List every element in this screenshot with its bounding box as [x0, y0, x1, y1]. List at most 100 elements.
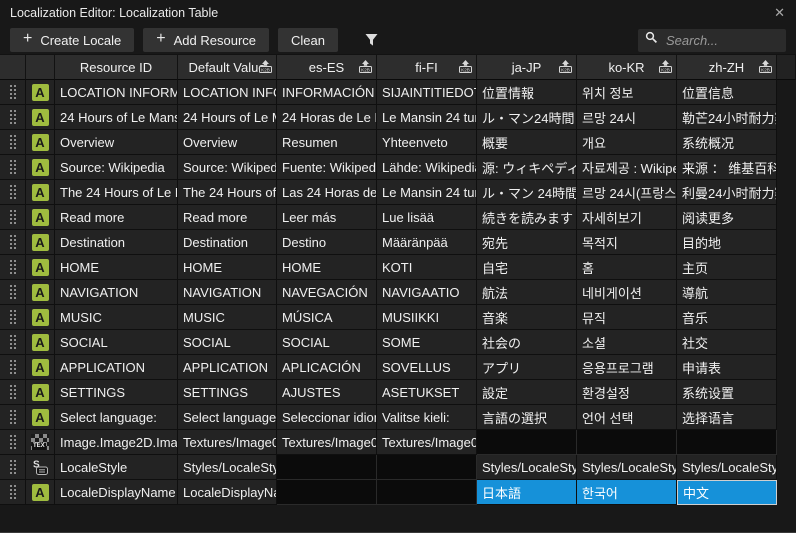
- cell-default_value[interactable]: Overview: [178, 130, 277, 155]
- cell-fi_FI[interactable]: Le Mansin 24 tunn: [377, 105, 477, 130]
- column-header-resource_id[interactable]: Resource ID: [55, 54, 178, 80]
- cell-es_ES[interactable]: Seleccionar idiom: [277, 405, 377, 430]
- cell-ja_JP[interactable]: 源: ウィキペディア: [477, 155, 577, 180]
- column-header-ja_JP[interactable]: ja-JP K2B: [477, 54, 577, 80]
- cell-zh_ZH[interactable]: 系统概况: [677, 130, 777, 155]
- cell-fi_FI[interactable]: ASETUKSET: [377, 380, 477, 405]
- cell-default_value[interactable]: APPLICATION: [178, 355, 277, 380]
- cell-default_value[interactable]: Select language:: [178, 405, 277, 430]
- cell-default_value[interactable]: SETTINGS: [178, 380, 277, 405]
- cell-ja_JP[interactable]: 続きを読みます: [477, 205, 577, 230]
- cell-zh_ZH[interactable]: 導航: [677, 280, 777, 305]
- cell-zh_ZH[interactable]: 主页: [677, 255, 777, 280]
- cell-resource_id[interactable]: LocaleDisplayName: [55, 480, 178, 505]
- cell-zh_ZH[interactable]: 位置信息: [677, 80, 777, 105]
- cell-fi_FI[interactable]: SIJAINTITIEDOT: [377, 80, 477, 105]
- cell-ko_KR[interactable]: 소셜: [577, 330, 677, 355]
- cell-default_value[interactable]: NAVIGATION: [178, 280, 277, 305]
- cell-es_ES[interactable]: AJUSTES: [277, 380, 377, 405]
- cell-resource_id[interactable]: Read more: [55, 205, 178, 230]
- cell-default_value[interactable]: SOCIAL: [178, 330, 277, 355]
- cell-ko_KR[interactable]: 언어 선택: [577, 405, 677, 430]
- cell-zh_ZH[interactable]: 勒芒24小时耐力赛: [677, 105, 777, 130]
- cell-ja_JP[interactable]: 言語の選択: [477, 405, 577, 430]
- cell-fi_FI[interactable]: NAVIGAATIO: [377, 280, 477, 305]
- cell-fi_FI[interactable]: Valitse kieli:: [377, 405, 477, 430]
- cell-ko_KR[interactable]: 한국어: [577, 480, 677, 505]
- cell-resource_id[interactable]: Destination: [55, 230, 178, 255]
- cell-ja_JP[interactable]: 音楽: [477, 305, 577, 330]
- cell-ko_KR[interactable]: 개요: [577, 130, 677, 155]
- cell-ko_KR[interactable]: 르망 24시: [577, 105, 677, 130]
- export-translations-icon[interactable]: K2B: [558, 60, 573, 76]
- column-header-zh_ZH[interactable]: zh-ZH K2B: [677, 54, 777, 80]
- cell-resource_id[interactable]: Source: Wikipedia: [55, 155, 178, 180]
- cell-ko_KR[interactable]: 르망 24시(프랑스: [577, 180, 677, 205]
- cell-ja_JP[interactable]: 自宅: [477, 255, 577, 280]
- row-drag-handle[interactable]: [0, 480, 26, 505]
- row-drag-handle[interactable]: [0, 280, 26, 305]
- cell-default_value[interactable]: Styles/LocaleStyle: [178, 455, 277, 480]
- row-drag-handle[interactable]: [0, 105, 26, 130]
- cell-ko_KR[interactable]: [577, 430, 677, 455]
- row-drag-handle[interactable]: [0, 380, 26, 405]
- row-drag-handle[interactable]: [0, 355, 26, 380]
- filter-icon[interactable]: [364, 33, 379, 47]
- cell-default_value[interactable]: Destination: [178, 230, 277, 255]
- row-drag-handle[interactable]: [0, 80, 26, 105]
- row-drag-handle[interactable]: [0, 180, 26, 205]
- cell-ko_KR[interactable]: 환경설정: [577, 380, 677, 405]
- row-drag-handle[interactable]: [0, 405, 26, 430]
- cell-default_value[interactable]: LocaleDisplayNam: [178, 480, 277, 505]
- export-translations-icon[interactable]: K2B: [458, 60, 473, 76]
- cell-ja_JP[interactable]: 位置情報: [477, 80, 577, 105]
- column-header-ko_KR[interactable]: ko-KR K2B: [577, 54, 677, 80]
- cell-es_ES[interactable]: Textures/Image02: [277, 430, 377, 455]
- cell-ko_KR[interactable]: 응용프로그램: [577, 355, 677, 380]
- cell-zh_ZH[interactable]: 社交: [677, 330, 777, 355]
- cell-fi_FI[interactable]: Lue lisää: [377, 205, 477, 230]
- add-resource-button[interactable]: + Add Resource: [143, 28, 269, 52]
- row-drag-handle[interactable]: [0, 155, 26, 180]
- cell-ko_KR[interactable]: 뮤직: [577, 305, 677, 330]
- cell-resource_id[interactable]: HOME: [55, 255, 178, 280]
- cell-ko_KR[interactable]: 자료제공 : Wikipe: [577, 155, 677, 180]
- cell-default_value[interactable]: HOME: [178, 255, 277, 280]
- cell-es_ES[interactable]: Resumen: [277, 130, 377, 155]
- cell-ko_KR[interactable]: 홈: [577, 255, 677, 280]
- cell-resource_id[interactable]: MUSIC: [55, 305, 178, 330]
- cell-es_ES[interactable]: Destino: [277, 230, 377, 255]
- row-drag-handle[interactable]: [0, 230, 26, 255]
- cell-es_ES[interactable]: Las 24 Horas de L: [277, 180, 377, 205]
- cell-ja_JP[interactable]: 宛先: [477, 230, 577, 255]
- row-drag-handle[interactable]: [0, 305, 26, 330]
- cell-fi_FI[interactable]: [377, 480, 477, 505]
- cell-zh_ZH[interactable]: 申请表: [677, 355, 777, 380]
- cell-resource_id[interactable]: The 24 Hours of Le M: [55, 180, 178, 205]
- column-header-fi_FI[interactable]: fi-FI K2B: [377, 54, 477, 80]
- cell-fi_FI[interactable]: MUSIIKKI: [377, 305, 477, 330]
- cell-fi_FI[interactable]: [377, 455, 477, 480]
- export-translations-icon[interactable]: K2B: [758, 60, 773, 76]
- cell-ja_JP[interactable]: ル・マン 24時間レース: [477, 180, 577, 205]
- cell-es_ES[interactable]: Fuente: Wikipedia: [277, 155, 377, 180]
- cell-es_ES[interactable]: SOCIAL: [277, 330, 377, 355]
- cell-resource_id[interactable]: Image.Image2D.Imag: [55, 430, 178, 455]
- row-drag-handle[interactable]: [0, 205, 26, 230]
- cell-ja_JP[interactable]: [477, 430, 577, 455]
- cell-resource_id[interactable]: SETTINGS: [55, 380, 178, 405]
- cell-zh_ZH[interactable]: 音乐: [677, 305, 777, 330]
- cell-ja_JP[interactable]: ル・マン24時間レース: [477, 105, 577, 130]
- column-header-es_ES[interactable]: es-ES K2B: [277, 54, 377, 80]
- cell-ko_KR[interactable]: 목적지: [577, 230, 677, 255]
- cell-ja_JP[interactable]: 社会の: [477, 330, 577, 355]
- cell-es_ES[interactable]: INFORMACIÓN D: [277, 80, 377, 105]
- row-drag-handle[interactable]: [0, 255, 26, 280]
- cell-ja_JP[interactable]: 設定: [477, 380, 577, 405]
- cell-fi_FI[interactable]: KOTI: [377, 255, 477, 280]
- cell-zh_ZH[interactable]: 阅读更多: [677, 205, 777, 230]
- cell-es_ES[interactable]: [277, 480, 377, 505]
- search-input[interactable]: [664, 32, 779, 49]
- cell-default_value[interactable]: Source: Wikipedia: [178, 155, 277, 180]
- export-translations-icon[interactable]: K2B: [658, 60, 673, 76]
